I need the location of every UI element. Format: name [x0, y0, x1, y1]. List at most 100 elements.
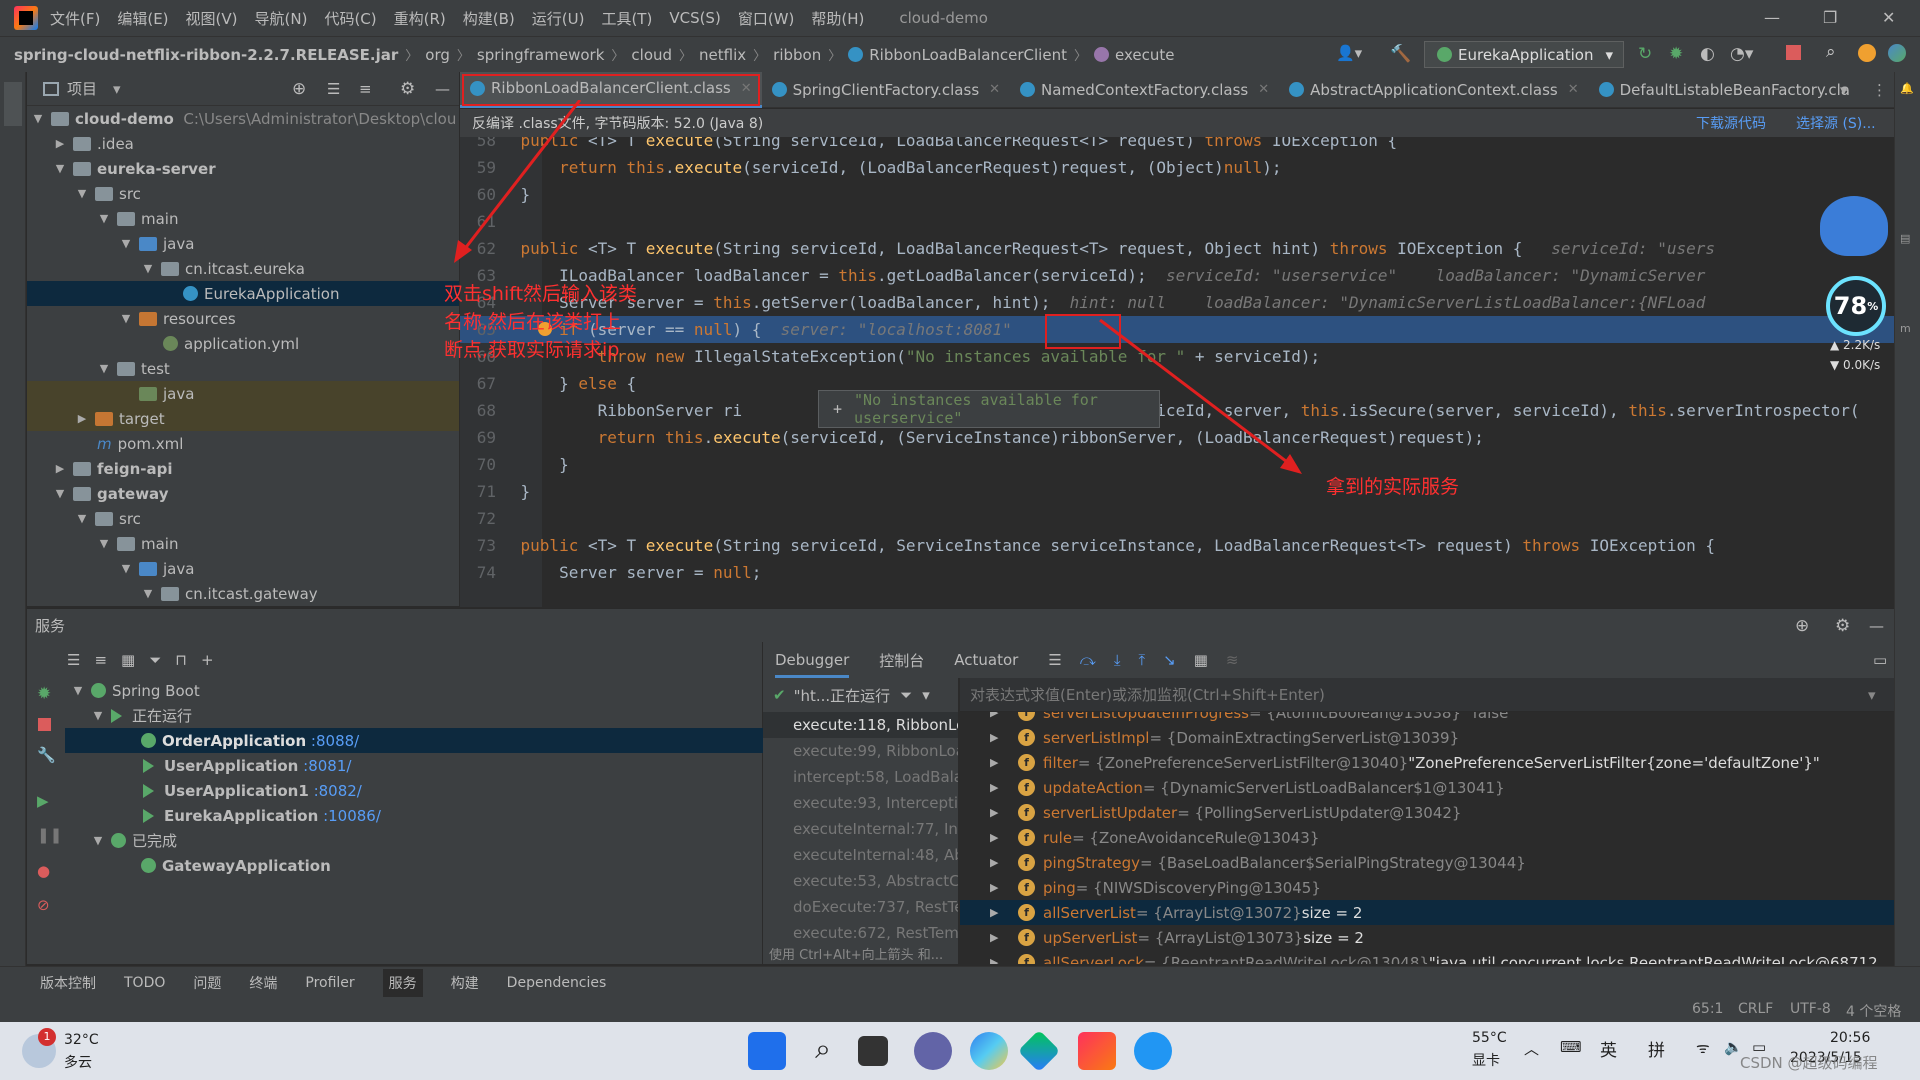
- search-icon[interactable]: ⌕: [804, 1032, 842, 1070]
- hide-icon[interactable]: —: [435, 80, 450, 98]
- menu-edit[interactable]: 编辑(E): [117, 8, 168, 29]
- variable-row[interactable]: ▶ f allServerList = {ArrayList@13072} size…: [960, 900, 1894, 925]
- variable-row[interactable]: ▶ f updateAction = {DynamicServerListLoadB…: [960, 775, 1894, 800]
- hide-icon[interactable]: —: [1869, 617, 1884, 635]
- tool-problems[interactable]: 问题: [193, 973, 221, 993]
- chevron-down-icon[interactable]: ▾: [113, 80, 121, 98]
- evaluate-input[interactable]: 对表达式求值(Enter)或添加监视(Ctrl+Shift+Enter) ▾: [960, 678, 1894, 712]
- chevron-right-icon[interactable]: ▶: [990, 731, 1006, 744]
- variable-row[interactable]: ▶ f ping = {NIWSDiscoveryPing@13045}: [960, 875, 1894, 900]
- tree-item-eureka-server[interactable]: ▼ eureka-server: [27, 156, 459, 181]
- breadcrumb-jar[interactable]: spring-cloud-netflix-ribbon-2.2.7.RELEAS…: [14, 46, 398, 64]
- tree-item-resources[interactable]: ▼ resources: [27, 306, 459, 331]
- user-icon[interactable]: 👤▾: [1336, 44, 1362, 62]
- collapse-all-icon[interactable]: ≡: [359, 80, 372, 98]
- tree-item-package-eureka[interactable]: ▼ cn.itcast.eureka: [27, 256, 459, 281]
- project-panel-title[interactable]: 项目: [67, 78, 97, 99]
- choose-sources-link[interactable]: 选择源 (S)...: [1796, 113, 1876, 133]
- menu-navigate[interactable]: 导航(N): [255, 8, 308, 29]
- menu-run[interactable]: 运行(U): [532, 8, 585, 29]
- code-line[interactable]: 74 Server server = null;: [460, 559, 1894, 586]
- tree-item-target[interactable]: ▶ target: [27, 406, 459, 431]
- stop-icon[interactable]: [1786, 45, 1801, 60]
- tree-item-gateway-main[interactable]: ▼ main: [27, 531, 459, 556]
- tree-item-gateway[interactable]: ▼ gateway: [27, 481, 459, 506]
- frame-item[interactable]: doExecute:737, RestTe: [763, 894, 958, 920]
- breadcrumb-org[interactable]: org: [425, 46, 450, 64]
- frame-item[interactable]: execute:99, RibbonLoa: [763, 738, 958, 764]
- app2-icon[interactable]: [1134, 1032, 1172, 1070]
- cursor-position[interactable]: 65:1: [1692, 1001, 1723, 1017]
- file-encoding[interactable]: UTF-8: [1790, 1001, 1831, 1017]
- tab-default-listable-bean-factory[interactable]: DefaultListableBeanFactory.cla: [1589, 72, 1860, 108]
- code-text[interactable]: Server server = null;: [482, 559, 761, 586]
- menu-window[interactable]: 窗口(W): [738, 8, 795, 29]
- filter-icon[interactable]: ⏷: [900, 686, 912, 704]
- maven-icon[interactable]: m: [1900, 322, 1916, 362]
- tree-item-pom[interactable]: m pom.xml: [27, 431, 459, 456]
- group-icon[interactable]: ▦: [121, 651, 135, 669]
- locate-icon[interactable]: ⊕: [1795, 616, 1809, 636]
- variable-row[interactable]: ▶ f serverListUpdateInProgress = {AtomicBo…: [960, 712, 1894, 725]
- chevron-right-icon[interactable]: ▶: [990, 806, 1006, 819]
- tree-item-finished[interactable]: ▼ 已完成: [65, 828, 800, 853]
- breadcrumb-springframework[interactable]: springframework: [477, 46, 604, 64]
- notifications-icon[interactable]: 🔔: [1900, 82, 1916, 122]
- tree-item-test[interactable]: ▼ test: [27, 356, 459, 381]
- tab-debugger[interactable]: Debugger: [775, 651, 850, 678]
- collapse-all-icon[interactable]: ≡: [94, 651, 107, 669]
- tree-item-test-java[interactable]: java: [27, 381, 459, 406]
- line-separator[interactable]: CRLF: [1738, 1001, 1773, 1017]
- breakpoints-icon[interactable]: ●: [37, 862, 50, 880]
- browser-icon[interactable]: [970, 1032, 1008, 1070]
- chevron-right-icon[interactable]: ▶: [990, 931, 1006, 944]
- intellij-taskbar-icon[interactable]: [1078, 1032, 1116, 1070]
- plugin-icon[interactable]: [1888, 44, 1906, 62]
- run-to-cursor-icon[interactable]: ↘: [1163, 651, 1176, 669]
- tree-item-gateway-java[interactable]: ▼ java: [27, 556, 459, 581]
- frame-item[interactable]: execute:672, RestTem: [763, 920, 958, 944]
- service-gateway-application[interactable]: GatewayApplication: [65, 853, 800, 878]
- update-icon[interactable]: [1858, 44, 1876, 62]
- menu-tools[interactable]: 工具(T): [601, 8, 652, 29]
- tree-item-idea[interactable]: ▶ .idea: [27, 131, 459, 156]
- add-icon[interactable]: +: [201, 651, 214, 669]
- tree-item-java[interactable]: ▼ java: [27, 231, 459, 256]
- coverage-icon[interactable]: ◐: [1700, 44, 1715, 64]
- tabs-dropdown-icon[interactable]: ▾: [1840, 81, 1848, 99]
- service-user-application1[interactable]: UserApplication1 :8082/: [65, 778, 800, 803]
- layout-icon[interactable]: ▭: [1873, 651, 1887, 669]
- project-tool-icon[interactable]: [4, 82, 22, 126]
- service-order-application[interactable]: OrderApplication :8088/: [65, 728, 800, 753]
- frame-item[interactable]: executeInternal:48, Abs: [763, 842, 958, 868]
- debug-icon[interactable]: ✹: [1669, 44, 1683, 64]
- frame-item[interactable]: execute:93, Interceptin: [763, 790, 958, 816]
- step-into-icon[interactable]: ⤓: [1114, 651, 1121, 669]
- tab-actuator[interactable]: Actuator: [954, 651, 1018, 669]
- tree-item-running[interactable]: ▼ 正在运行: [65, 703, 800, 728]
- breadcrumb-ribbon[interactable]: ribbon: [773, 46, 821, 64]
- chat-icon[interactable]: [914, 1032, 952, 1070]
- variable-row[interactable]: ▶ f serverListImpl = {DomainExtractingServ…: [960, 725, 1894, 750]
- thread-selector[interactable]: ✔ "ht...正在运行 ⏷ ▾: [763, 678, 958, 712]
- tree-item-main[interactable]: ▼ main: [27, 206, 459, 231]
- rerun-icon[interactable]: ↻: [1638, 44, 1652, 64]
- debug-icon[interactable]: ✹: [37, 684, 51, 704]
- menu-view[interactable]: 视图(V): [186, 8, 238, 29]
- frame-item[interactable]: executeInternal:77, Inte: [763, 816, 958, 842]
- variable-row[interactable]: ▶ f rule = {ZoneAvoidanceRule@13043}: [960, 825, 1894, 850]
- restore-icon[interactable]: ❐: [1823, 8, 1837, 27]
- wrench-icon[interactable]: 🔧: [37, 746, 56, 764]
- close-icon[interactable]: ✕: [1882, 8, 1895, 27]
- gear-icon[interactable]: ⚙: [400, 79, 415, 99]
- ime-mode[interactable]: 拼: [1648, 1036, 1665, 1061]
- indent-setting[interactable]: 4 个空格: [1846, 1001, 1901, 1021]
- chevron-right-icon[interactable]: ▶: [990, 856, 1006, 869]
- frame-item[interactable]: intercept:58, LoadBalan: [763, 764, 958, 790]
- more-icon[interactable]: ⋮: [1872, 81, 1887, 99]
- chevron-right-icon[interactable]: ▶: [990, 831, 1006, 844]
- layout-icon[interactable]: ⊓: [175, 651, 187, 669]
- tree-item-application-yml[interactable]: application.yml: [27, 331, 459, 356]
- frame-item[interactable]: execute:53, AbstractCli: [763, 868, 958, 894]
- keyboard-icon[interactable]: ⌨: [1560, 1038, 1582, 1056]
